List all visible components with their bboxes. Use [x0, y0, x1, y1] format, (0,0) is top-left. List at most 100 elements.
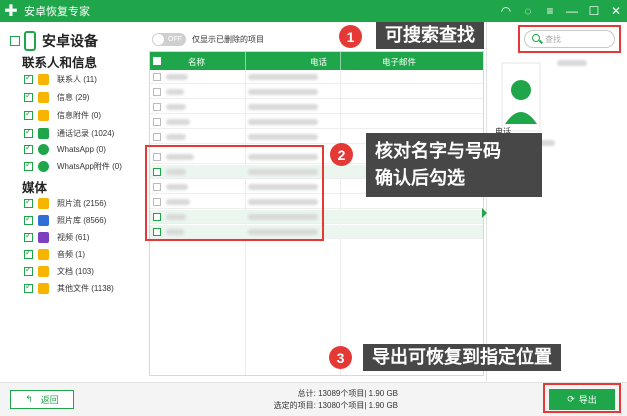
sidebar-item-photo-library[interactable]: 照片库 (8566): [24, 213, 106, 227]
app-logo-icon: ✚: [4, 3, 18, 20]
sidebar-item-label: 照片库 (8566): [57, 215, 107, 225]
checkbox[interactable]: [24, 265, 33, 276]
section-title-contacts: 联系人和信息: [22, 56, 98, 70]
annotation-callout-2: 核对名字与号码 确认后勾选: [366, 133, 542, 197]
back-button[interactable]: ↰ 返回: [10, 390, 74, 409]
section-title-media: 媒体: [22, 181, 48, 195]
checkbox[interactable]: [24, 248, 33, 259]
checkbox[interactable]: [24, 214, 33, 225]
sidebar-item-label: 通话记录 (1024): [57, 128, 115, 138]
contact-avatar-icon: [501, 62, 541, 132]
document-icon: [38, 265, 49, 277]
annotation-callout-3: 导出可恢复到指定位置: [363, 344, 561, 371]
checkbox[interactable]: [24, 109, 33, 120]
sidebar-item-label: 视频 (61): [57, 232, 90, 242]
annotation-badge-3: 3: [329, 346, 352, 369]
close-icon[interactable]: ✕: [609, 4, 623, 18]
other-files-icon: [38, 282, 49, 294]
sidebar-item-label: 音频 (1): [57, 249, 85, 259]
table-row[interactable]: [150, 85, 483, 99]
app-title: 安卓恢复专家: [24, 6, 90, 18]
sidebar-item-audio[interactable]: 音频 (1): [24, 247, 85, 261]
photo-stream-icon: [38, 197, 49, 209]
table-row[interactable]: [150, 115, 483, 129]
sidebar-item-photo-stream[interactable]: 照片流 (2156): [24, 196, 106, 210]
sidebar-item-messages[interactable]: 信息 (29): [24, 90, 89, 104]
sidebar-item-label: WhatsApp附件 (0): [57, 161, 122, 171]
selection-stats: 总计: 13089个项目| 1.90 GB 选定的项目: 13080个项目| 1…: [240, 388, 398, 412]
chat-icon[interactable]: ◌: [521, 4, 535, 18]
annotation-box-search: [518, 25, 621, 53]
total-items-text: 总计: 13089个项目| 1.90 GB: [297, 389, 398, 398]
row-checkbox[interactable]: [153, 133, 161, 141]
sidebar-item-label: 信息附件 (0): [57, 110, 101, 120]
call-log-icon: [38, 127, 49, 139]
sidebar-item-label: 联系人 (11): [57, 74, 97, 84]
sidebar-item-documents[interactable]: 文档 (103): [24, 264, 94, 278]
annotation-callout-1: 可搜索查找: [376, 22, 484, 49]
sidebar-item-label: WhatsApp (0): [57, 144, 106, 154]
toggle-label: 仅显示已删除的项目: [192, 35, 264, 44]
bottom-bar: ↰ 返回 总计: 13089个项目| 1.90 GB 选定的项目: 13080个…: [0, 382, 627, 416]
annotation-badge-1: 1: [339, 25, 362, 48]
table-header: 名称 电话 电子邮件: [150, 52, 483, 70]
annotation-badge-2: 2: [330, 143, 353, 166]
column-header-email[interactable]: 电子邮件: [382, 56, 416, 68]
audio-icon: [38, 248, 49, 260]
title-bar: ✚ 安卓恢复专家 ◠ ◌ ≡ — ☐ ✕: [0, 0, 627, 22]
phone-icon: [24, 31, 36, 51]
annotation-box-rows: [145, 145, 324, 241]
menu-icon[interactable]: ≡: [543, 4, 557, 18]
expand-arrow-icon[interactable]: [482, 208, 487, 218]
select-all-checkbox[interactable]: [153, 57, 161, 65]
selected-items-text: 选定的项目: 13080个项目| 1.90 GB: [273, 401, 398, 410]
attachment-icon: [38, 109, 49, 121]
sidebar-item-whatsapp-attachments[interactable]: WhatsApp附件 (0): [24, 159, 122, 173]
callout-line-2: 确认后勾选: [375, 168, 465, 188]
column-header-phone[interactable]: 电话: [310, 56, 327, 68]
deleted-only-toggle[interactable]: OFF: [152, 33, 186, 46]
maximize-icon[interactable]: ☐: [587, 4, 601, 18]
checkbox[interactable]: [24, 231, 33, 242]
sidebar: 安卓设备 联系人和信息 联系人 (11) 信息 (29) 信息附件 (0) 通话…: [0, 22, 148, 382]
row-checkbox[interactable]: [153, 103, 161, 111]
annotation-box-export: [543, 383, 621, 413]
sidebar-item-label: 照片流 (2156): [57, 198, 107, 208]
device-checkbox[interactable]: [10, 36, 20, 46]
table-row[interactable]: [150, 70, 483, 84]
detail-panel: 查找 电话: [486, 22, 627, 382]
checkbox[interactable]: [24, 282, 33, 293]
column-header-name[interactable]: 名称: [188, 56, 205, 68]
sidebar-item-call-log[interactable]: 通话记录 (1024): [24, 126, 114, 140]
back-arrow-icon: ↰: [25, 394, 33, 404]
sidebar-item-label: 文档 (103): [57, 266, 94, 276]
checkbox[interactable]: [24, 143, 33, 154]
checkbox[interactable]: [24, 73, 33, 84]
device-label: 安卓设备: [42, 33, 98, 49]
back-button-label: 返回: [40, 395, 59, 405]
checkbox[interactable]: [24, 197, 33, 208]
sidebar-item-contacts[interactable]: 联系人 (11): [24, 72, 97, 86]
table-row[interactable]: [150, 100, 483, 114]
sidebar-item-other-files[interactable]: 其他文件 (1138): [24, 281, 114, 295]
row-checkbox[interactable]: [153, 88, 161, 96]
whatsapp-icon: [38, 143, 49, 155]
photo-library-icon: [38, 214, 49, 226]
sidebar-item-label: 其他文件 (1138): [57, 283, 114, 293]
row-checkbox[interactable]: [153, 73, 161, 81]
checkbox[interactable]: [24, 91, 33, 102]
minimize-icon[interactable]: —: [565, 4, 579, 18]
device-row[interactable]: 安卓设备: [10, 31, 98, 51]
row-checkbox[interactable]: [153, 118, 161, 126]
messages-icon: [38, 91, 49, 103]
sidebar-item-label: 信息 (29): [57, 92, 90, 102]
whatsapp-attachment-icon: [38, 160, 49, 172]
sidebar-item-whatsapp[interactable]: WhatsApp (0): [24, 142, 106, 156]
sidebar-item-attachments[interactable]: 信息附件 (0): [24, 108, 101, 122]
video-icon: [38, 231, 49, 243]
contacts-icon: [38, 73, 49, 85]
checkbox[interactable]: [24, 127, 33, 138]
checkbox[interactable]: [24, 160, 33, 171]
sidebar-item-video[interactable]: 视频 (61): [24, 230, 89, 244]
wifi-icon[interactable]: ◠: [499, 4, 513, 18]
